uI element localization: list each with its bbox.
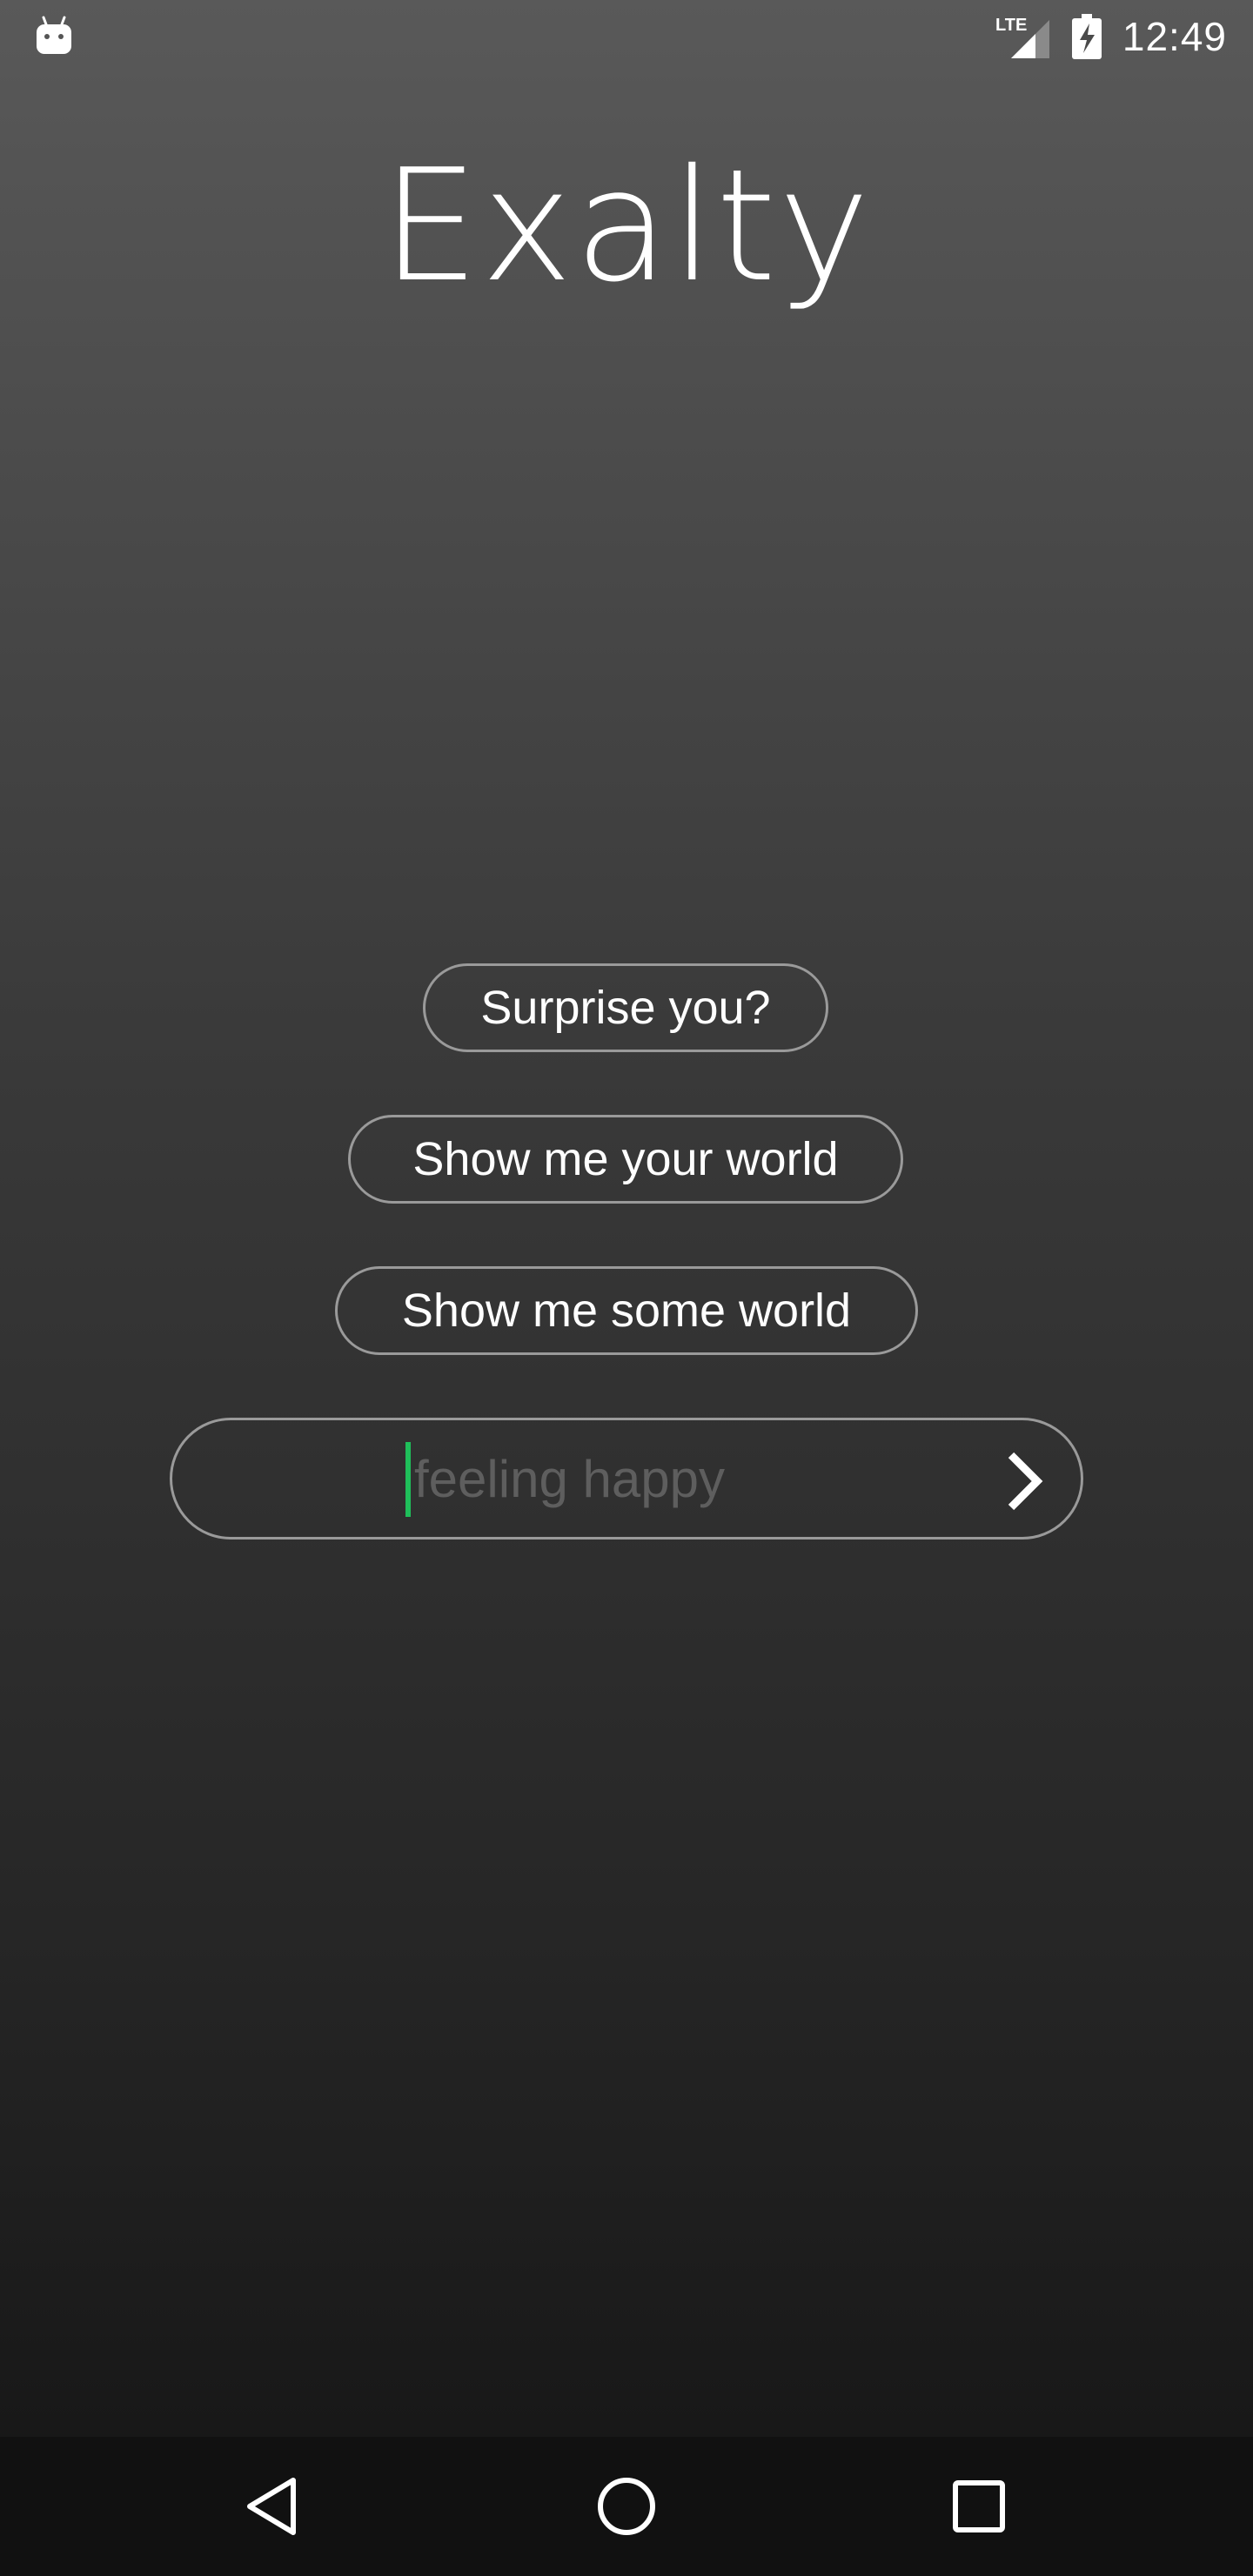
battery-charging-icon <box>1071 14 1102 59</box>
app-title: Exalty <box>381 136 872 316</box>
chevron-right-icon[interactable] <box>990 1446 1060 1516</box>
network-label: LTE <box>995 16 1027 35</box>
clock: 12:49 <box>1122 14 1227 59</box>
back-icon[interactable] <box>239 2472 309 2541</box>
mood-search-box <box>170 1418 1083 1540</box>
navigation-bar <box>0 2437 1253 2576</box>
status-icons: LTE 12:49 <box>995 9 1227 64</box>
show-me-your-world-button[interactable]: Show me your world <box>348 1115 903 1204</box>
lte-signal-icon: LTE <box>995 16 1049 58</box>
show-me-some-world-button[interactable]: Show me some world <box>335 1266 918 1355</box>
recents-icon[interactable] <box>944 2472 1014 2541</box>
home-icon[interactable] <box>592 2472 661 2541</box>
status-bar: LTE 12:49 <box>0 0 1253 73</box>
mood-input[interactable] <box>407 1438 919 1519</box>
android-icon <box>37 16 71 54</box>
surprise-you-button[interactable]: Surprise you? <box>423 963 828 1052</box>
